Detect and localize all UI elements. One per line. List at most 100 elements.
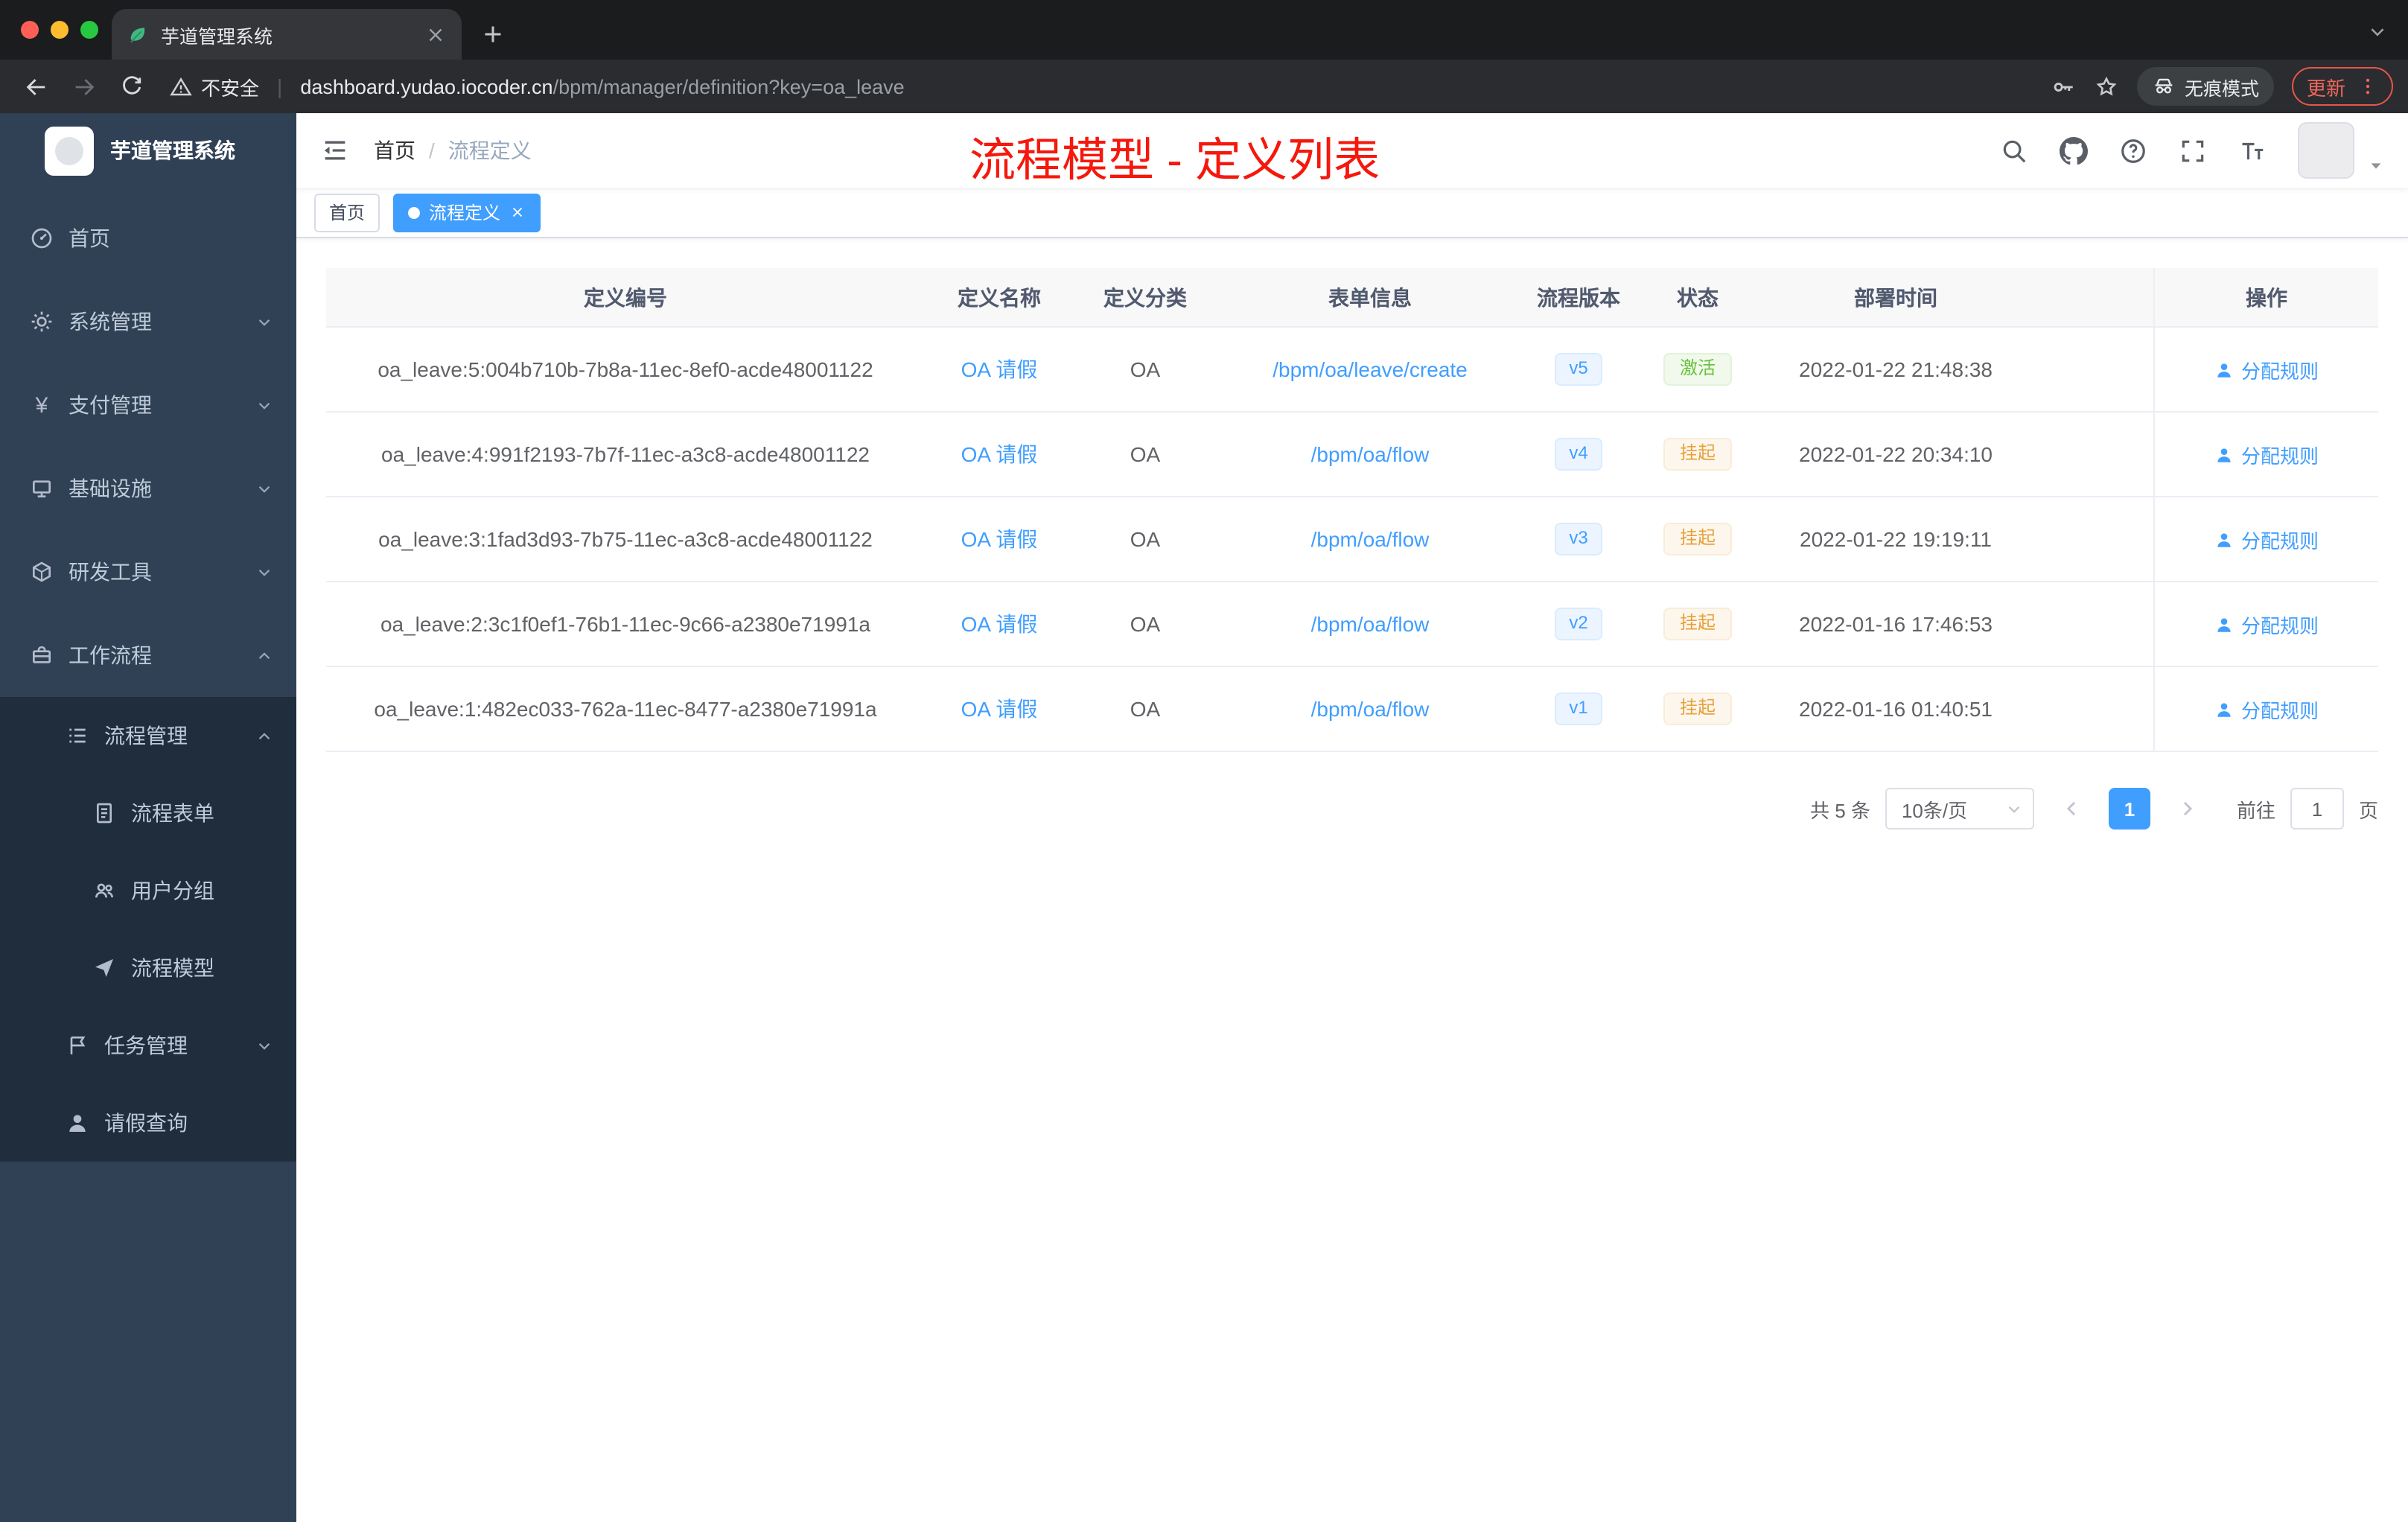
sidebar-item-payment-mgmt[interactable]: ¥ 支付管理 <box>0 363 296 447</box>
zoom-window-button[interactable] <box>80 21 98 39</box>
address-bar[interactable]: dashboard.yudao.iocoder.cn/bpm/manager/d… <box>300 75 2030 98</box>
sidebar-menu: 首页 系统管理 ¥ 支付管理 基础设施 研发工具 工作流程 流程管理 流程表单 用户分组 流程模型任… <box>0 188 296 1162</box>
incognito-badge: 无痕模式 <box>2136 67 2274 106</box>
sidebar-item-process-mgmt[interactable]: 流程管理 <box>0 697 296 774</box>
tag-process-definition[interactable]: 流程定义 <box>393 193 541 232</box>
sidebar-item-leave-query[interactable]: 请假查询 <box>0 1084 296 1162</box>
dashboard-icon <box>30 226 54 250</box>
avatar-caret-down-icon[interactable] <box>2368 157 2384 173</box>
assign-rule-link[interactable]: 分配规则 <box>2214 525 2319 553</box>
browser-tab[interactable]: 芋道管理系统 <box>112 9 462 60</box>
definition-name-link[interactable]: OA 请假 <box>961 612 1038 636</box>
chevron-up-icon <box>256 647 273 663</box>
cell-form-info: /bpm/oa/flow <box>1217 612 1523 636</box>
definition-name-link[interactable]: OA 请假 <box>961 442 1038 466</box>
github-icon[interactable] <box>2060 136 2088 165</box>
url-divider: | <box>277 74 283 98</box>
page-unit-label: 页 <box>2358 799 2378 821</box>
cell-definition-name: OA 请假 <box>925 694 1074 724</box>
users-icon <box>92 879 116 902</box>
form-info-link[interactable]: /bpm/oa/flow <box>1311 697 1430 721</box>
cell-action: 分配规则 <box>2155 610 2378 638</box>
definition-name-link[interactable]: OA 请假 <box>961 357 1038 381</box>
sidebar-item-home[interactable]: 首页 <box>0 197 296 280</box>
column-header: 流程版本 <box>1537 285 1620 309</box>
breadcrumb-home[interactable]: 首页 <box>374 136 415 165</box>
bookmark-star-icon[interactable] <box>2094 74 2119 99</box>
form-info-link[interactable]: /bpm/oa/flow <box>1311 612 1430 636</box>
back-button[interactable] <box>15 66 57 107</box>
column-header: 状态 <box>1677 285 1719 309</box>
pagination: 共 5 条 10条/页 1 前往 页 <box>326 788 2378 830</box>
new-tab-button[interactable] <box>480 21 506 48</box>
sidebar-item-process-model[interactable]: 流程模型 <box>0 929 296 1007</box>
sidebar-item-infrastructure[interactable]: 基础设施 <box>0 447 296 530</box>
form-info-link[interactable]: /bpm/oa/flow <box>1311 442 1430 466</box>
reload-button[interactable] <box>110 66 152 107</box>
sidebar-item-label: 支付管理 <box>69 393 152 417</box>
breadcrumb-separator: / <box>429 138 435 162</box>
cell-definition-name: OA 请假 <box>925 609 1074 639</box>
chevron-down-icon <box>256 397 273 413</box>
assign-rule-link[interactable]: 分配规则 <box>2214 695 2319 723</box>
sidebar-item-dev-tools[interactable]: 研发工具 <box>0 530 296 614</box>
tag-close-icon[interactable] <box>509 204 526 220</box>
tab-close-icon[interactable] <box>424 23 447 45</box>
pagination-total: 共 5 条 <box>1810 799 1870 821</box>
sidebar-item-user-group[interactable]: 用户分组 <box>0 852 296 929</box>
chrome-update-button[interactable]: 更新 <box>2291 67 2393 106</box>
cell-definition-id: oa_leave:2:3c1f0ef1-76b1-11ec-9c66-a2380… <box>380 612 870 636</box>
sidebar-item-process-form[interactable]: 流程表单 <box>0 774 296 852</box>
goto-page-input[interactable] <box>2290 788 2344 830</box>
prev-page-button[interactable] <box>2048 788 2094 830</box>
table-row: oa_leave:5:004b710b-7b8a-11ec-8ef0-acde4… <box>326 328 2378 413</box>
sidebar-item-task-mgmt[interactable]: 任务管理 <box>0 1007 296 1084</box>
person-icon <box>2214 614 2234 634</box>
font-size-icon[interactable] <box>2238 136 2267 165</box>
cell-definition-name: OA 请假 <box>925 524 1074 554</box>
update-label: 更新 <box>2306 77 2345 99</box>
cell-definition-id: oa_leave:1:482ec033-762a-11ec-8477-a2380… <box>374 697 877 721</box>
password-key-icon[interactable] <box>2051 74 2076 99</box>
definition-name-link[interactable]: OA 请假 <box>961 527 1038 551</box>
avatar[interactable] <box>2298 122 2354 179</box>
assign-rule-link[interactable]: 分配规则 <box>2214 610 2319 638</box>
form-info-link[interactable]: /bpm/oa/flow <box>1311 527 1430 551</box>
assign-rule-label: 分配规则 <box>2240 360 2319 382</box>
forward-button[interactable] <box>63 66 104 107</box>
next-page-button[interactable] <box>2165 788 2210 830</box>
form-icon <box>92 801 116 825</box>
sidebar-item-system-mgmt[interactable]: 系统管理 <box>0 280 296 363</box>
close-window-button[interactable] <box>21 21 39 39</box>
version-tag: v5 <box>1554 353 1603 386</box>
breadcrumb: 首页 / 流程定义 <box>374 136 532 165</box>
definition-name-link[interactable]: OA 请假 <box>961 697 1038 721</box>
fullscreen-icon[interactable] <box>2179 136 2207 165</box>
brand: 芋道管理系统 <box>0 113 296 188</box>
minimize-window-button[interactable] <box>51 21 69 39</box>
help-icon[interactable] <box>2119 136 2147 165</box>
chevron-down-icon <box>256 564 273 580</box>
cell-definition-name: OA 请假 <box>925 439 1074 469</box>
tag-home[interactable]: 首页 <box>314 193 380 232</box>
page-size-select[interactable]: 10条/页 <box>1885 788 2034 830</box>
cell-process-version: v1 <box>1523 692 1634 725</box>
kebab-menu-icon[interactable] <box>2357 76 2378 97</box>
cell-status: 挂起 <box>1634 608 1762 640</box>
sidebar-item-workflow[interactable]: 工作流程 <box>0 614 296 697</box>
cell-status: 挂起 <box>1634 692 1762 725</box>
navbar-right <box>2000 122 2384 179</box>
site-security-indicator[interactable]: 不安全 <box>170 72 259 101</box>
main-area: 首页 / 流程定义 流程模型 - 定义列表 首页 流程定义 定义编号 定义名称 … <box>296 113 2408 1522</box>
person-icon <box>66 1111 89 1135</box>
tab-search-chevron-icon[interactable] <box>2368 22 2387 42</box>
column-header: 定义名称 <box>958 285 1041 309</box>
sidebar-collapse-icon[interactable] <box>320 136 350 165</box>
search-icon[interactable] <box>2000 136 2028 165</box>
form-info-link[interactable]: /bpm/oa/leave/create <box>1273 357 1468 381</box>
column-header: 定义分类 <box>1103 285 1187 309</box>
assign-rule-link[interactable]: 分配规则 <box>2214 440 2319 468</box>
assign-rule-link[interactable]: 分配规则 <box>2214 355 2319 383</box>
page-number-button[interactable]: 1 <box>2108 788 2150 830</box>
list-icon <box>66 724 89 748</box>
